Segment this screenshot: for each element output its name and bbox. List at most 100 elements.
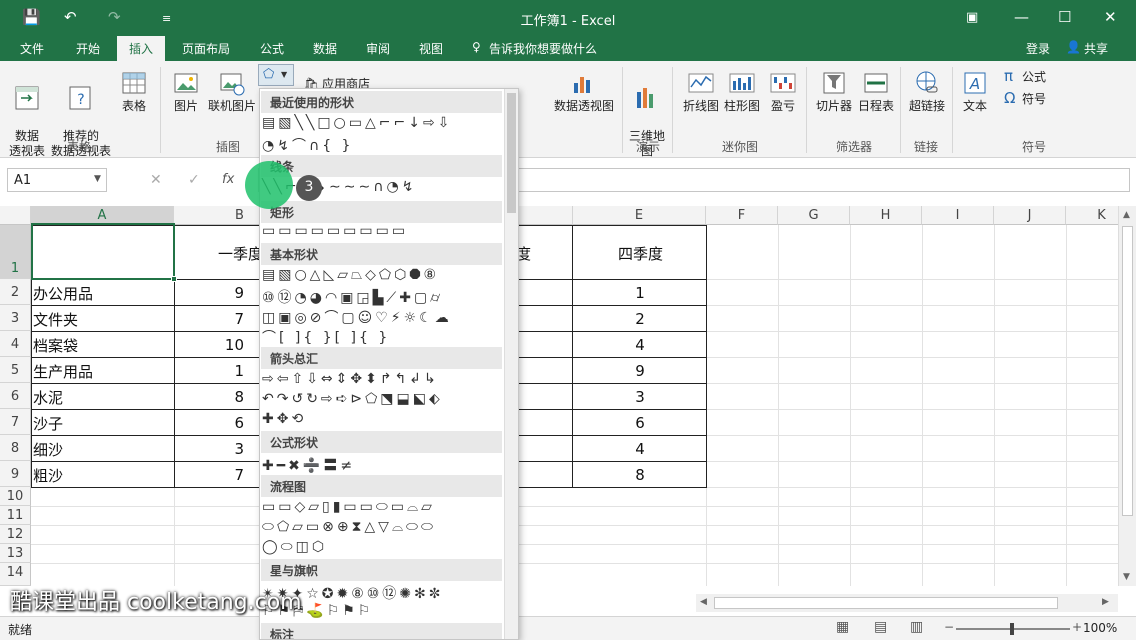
cell-e4[interactable]: 4 [630, 336, 650, 354]
row-header[interactable]: 7 [0, 409, 31, 435]
shape-row[interactable]: ↶↷↺↻⇨➪⊳⬠⬔⬓⬕⬖ [262, 391, 443, 411]
ribbon-display-options-icon[interactable]: ▣ [966, 10, 978, 25]
page-break-view-icon[interactable]: ▥ [910, 619, 923, 635]
shape-row[interactable]: ⬭⬠▱▭⊗⊕⧗△▽⌓⬭⬭ [262, 519, 436, 539]
tab-view[interactable]: 视图 [419, 40, 443, 57]
scroll-left-icon[interactable]: ◀ [700, 597, 707, 607]
picture-button[interactable]: 图片 [168, 69, 204, 114]
shape-row[interactable]: ▤▧╲╲□○▭△⌐⌐↓⇨⇩ [262, 115, 452, 135]
vertical-scrollbar[interactable]: ▲ ▼ [1118, 206, 1136, 586]
row-header[interactable]: 14 [0, 563, 31, 586]
page-layout-view-icon[interactable]: ▤ [874, 619, 887, 635]
shape-row[interactable]: ▭▭◇▱▯▮▭▭⬭▭⌓▱ [262, 499, 435, 519]
zoom-out-icon[interactable]: − [944, 620, 954, 634]
scroll-down-icon[interactable]: ▼ [1123, 572, 1130, 582]
pivot-chart-button[interactable]: 数据透视图 [553, 69, 615, 114]
timeline-button[interactable]: 日程表 [856, 69, 896, 114]
cell-e3[interactable]: 2 [630, 310, 650, 328]
row-header[interactable]: 5 [0, 357, 31, 383]
cell-b2[interactable]: 9 [224, 284, 244, 302]
row-header[interactable]: 10 [0, 487, 31, 506]
worksheet-grid[interactable]: A B C D E F G H I J K 1 2 3 4 5 6 7 8 9 … [0, 206, 1118, 586]
row-header[interactable]: 11 [0, 506, 31, 525]
scroll-right-icon[interactable]: ▶ [1102, 597, 1109, 607]
equation-button[interactable]: 公式 [1022, 70, 1046, 85]
cell-b6[interactable]: 8 [224, 388, 244, 406]
cancel-icon[interactable]: ✕ [150, 172, 162, 188]
dropdown-scrollbar[interactable] [504, 89, 518, 639]
cell-a8[interactable]: 细沙 [33, 439, 63, 460]
minimize-icon[interactable]: — [1014, 8, 1029, 26]
shape-row[interactable]: ▭▭▭▭▭▭▭▭▭ [262, 223, 408, 243]
cell-b8[interactable]: 3 [224, 440, 244, 458]
horizontal-scrollbar[interactable]: ◀ ▶ [696, 594, 1118, 612]
sparkline-winloss-button[interactable]: 盈亏 [766, 69, 800, 114]
zoom-in-icon[interactable]: + [1072, 620, 1082, 634]
cell-e2[interactable]: 1 [630, 284, 650, 302]
cell-a6[interactable]: 水泥 [33, 387, 63, 408]
zoom-slider-thumb[interactable] [1010, 623, 1014, 635]
column-header-i[interactable]: I [922, 206, 994, 225]
shape-row[interactable]: ◫▣◎⊘⌒▢☺♡⚡☼☾☁ [262, 307, 452, 327]
column-header-g[interactable]: G [778, 206, 850, 225]
row-header[interactable]: 13 [0, 544, 31, 563]
tab-review[interactable]: 审阅 [366, 40, 390, 57]
cell-a7[interactable]: 沙子 [33, 413, 63, 434]
cell-a5[interactable]: 生产用品 [33, 361, 93, 382]
cell-a4[interactable]: 档案袋 [33, 335, 78, 356]
cell-e6[interactable]: 3 [630, 388, 650, 406]
tab-home[interactable]: 开始 [76, 40, 100, 57]
cell-b1[interactable]: 一季度 [218, 243, 263, 264]
tab-insert[interactable]: 插入 [117, 36, 166, 61]
cell-e7[interactable]: 6 [630, 414, 650, 432]
login-link[interactable]: 登录 [1026, 40, 1050, 57]
hyperlink-button[interactable]: 超链接 [906, 69, 948, 114]
vertical-scroll-thumb[interactable] [1122, 226, 1133, 516]
row-header[interactable]: 3 [0, 305, 31, 331]
cell-a3[interactable]: 文件夹 [33, 309, 78, 330]
shape-row[interactable]: ⌒[ ]{ }[ ]{ } [262, 327, 390, 347]
tab-formulas[interactable]: 公式 [260, 40, 284, 57]
row-header[interactable]: 12 [0, 525, 31, 544]
column-header-e[interactable]: E [573, 206, 706, 225]
shapes-button[interactable]: ⬠ ▼ [258, 64, 294, 86]
sparkline-column-button[interactable]: 柱形图 [720, 69, 764, 114]
horizontal-scroll-thumb[interactable] [714, 597, 1058, 609]
cell-e1[interactable]: 四季度 [618, 243, 663, 264]
cell-e5[interactable]: 9 [630, 362, 650, 380]
symbol-button[interactable]: 符号 [1022, 92, 1046, 107]
column-header-f[interactable]: F [706, 206, 778, 225]
sparkline-line-button[interactable]: 折线图 [678, 69, 724, 114]
text-button[interactable]: A 文本 [956, 69, 994, 114]
selected-cell-a1[interactable] [31, 223, 175, 280]
dropdown-scroll-thumb[interactable] [507, 93, 516, 213]
zoom-level[interactable]: 100% [1083, 621, 1117, 635]
cell-b4[interactable]: 10 [224, 336, 244, 354]
shape-row[interactable]: ✚✥⟲ [262, 411, 306, 431]
column-header-k[interactable]: K [1066, 206, 1118, 225]
row-header[interactable]: 9 [0, 461, 31, 487]
online-picture-button[interactable]: 联机图片 [206, 69, 258, 114]
fill-handle[interactable] [171, 276, 177, 282]
cell-b7[interactable]: 6 [224, 414, 244, 432]
tab-page-layout[interactable]: 页面布局 [182, 40, 230, 57]
select-all-corner[interactable] [0, 206, 31, 225]
close-icon[interactable]: ✕ [1104, 8, 1117, 26]
column-header-h[interactable]: H [850, 206, 922, 225]
confirm-icon[interactable]: ✓ [188, 172, 200, 188]
shape-row[interactable]: ◔↯⌒∩{ } [262, 135, 353, 155]
row-header[interactable]: 8 [0, 435, 31, 461]
name-box-dropdown-icon[interactable]: ▼ [94, 174, 101, 184]
row-header[interactable]: 4 [0, 331, 31, 357]
cell-b5[interactable]: 1 [224, 362, 244, 380]
shape-row[interactable]: ▤▧○△◺▱⏢◇⬠⬡⯃⑧ [262, 267, 439, 287]
name-box[interactable]: A1 [7, 168, 107, 192]
pivot-table-button[interactable]: 数据 透视表 [7, 69, 47, 159]
cell-e8[interactable]: 4 [630, 440, 650, 458]
maximize-icon[interactable]: ☐ [1058, 8, 1071, 26]
scroll-up-icon[interactable]: ▲ [1123, 210, 1130, 220]
cell-a2[interactable]: 办公用品 [33, 283, 93, 304]
tell-me-box[interactable]: 告诉我你想要做什么 [489, 40, 597, 57]
cell-b9[interactable]: 7 [224, 466, 244, 484]
slicer-button[interactable]: 切片器 [814, 69, 854, 114]
